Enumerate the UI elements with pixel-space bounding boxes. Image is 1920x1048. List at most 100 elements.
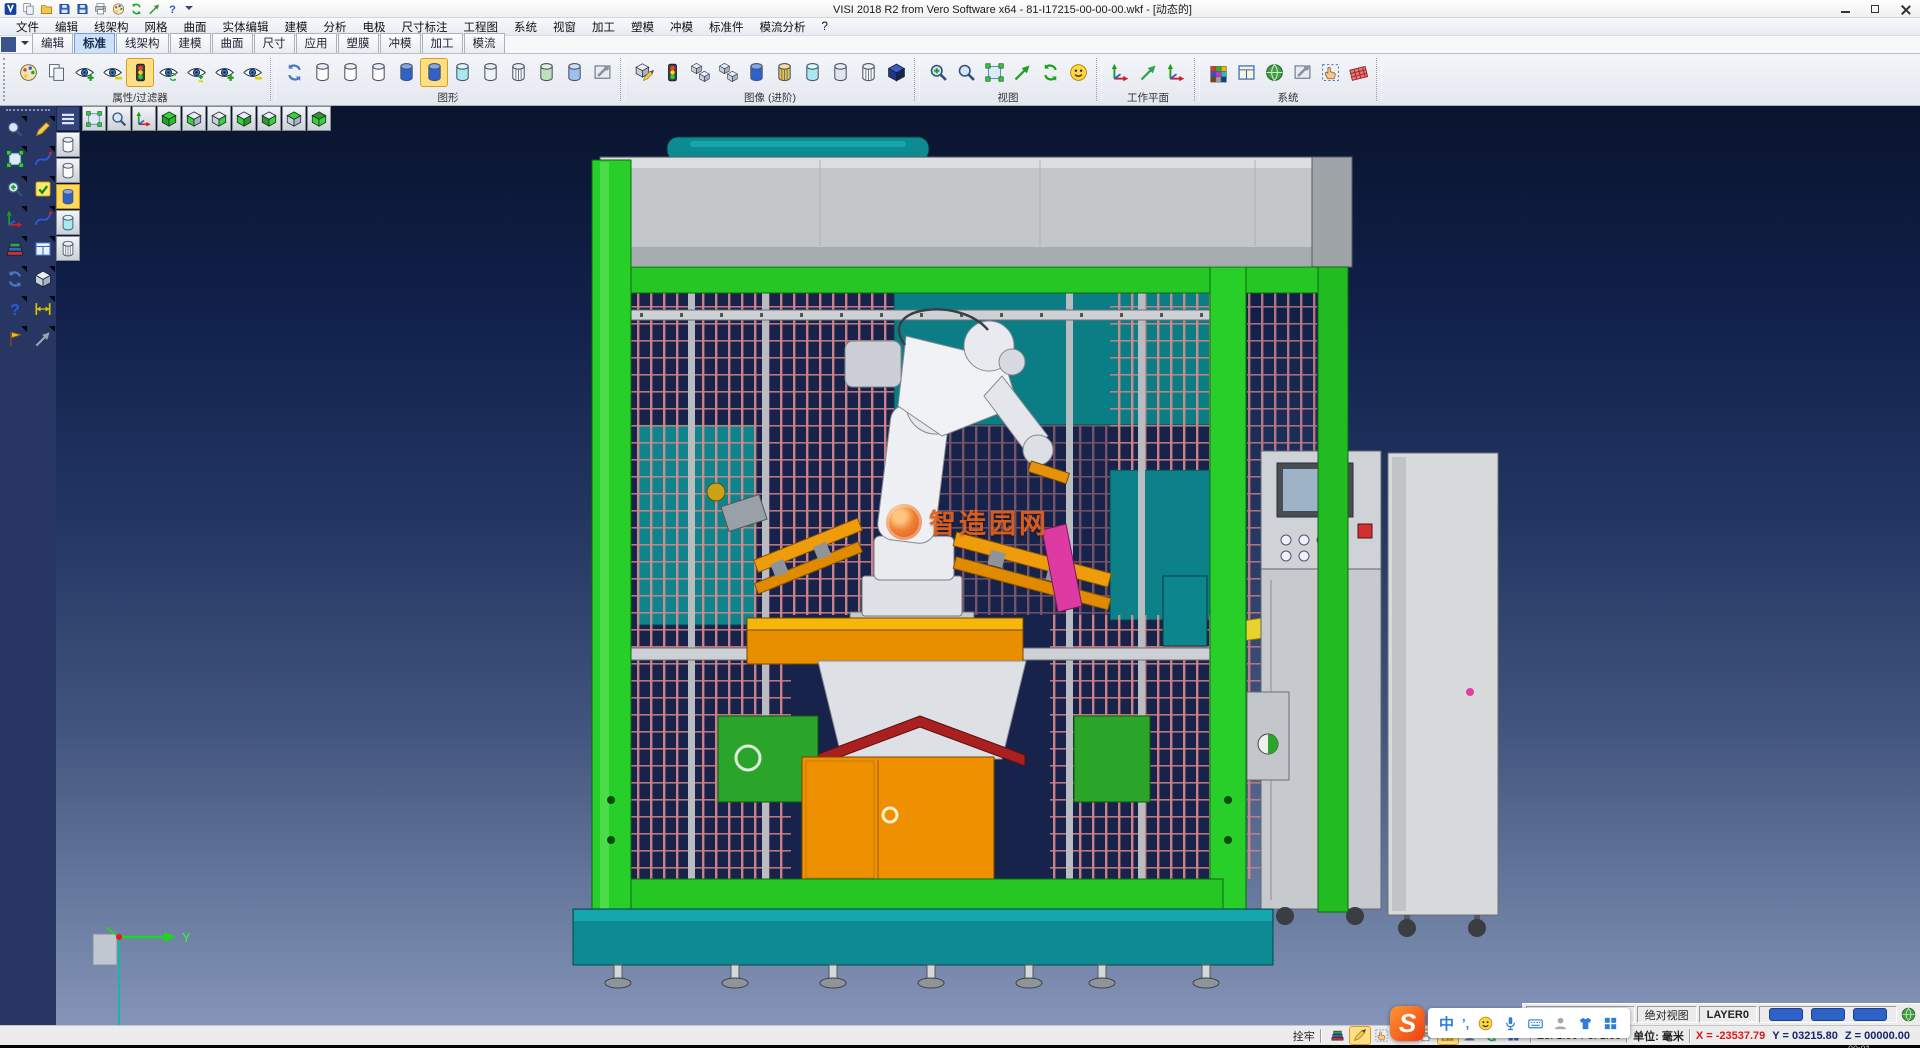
axes-triad-icon[interactable]	[132, 106, 156, 131]
image-edit-icon[interactable]	[631, 59, 657, 86]
cube-bottom-icon[interactable]	[307, 106, 331, 131]
tab-edit[interactable]: 编辑	[32, 33, 73, 53]
menu-standard-parts[interactable]: 标准件	[701, 18, 752, 36]
tab-surface[interactable]: 曲面	[212, 33, 253, 53]
grid-window-icon[interactable]	[30, 236, 55, 261]
scale-1to1-icon[interactable]	[981, 59, 1007, 86]
saveas-icon[interactable]	[75, 2, 90, 16]
cube-right-icon[interactable]	[257, 106, 281, 131]
grid-icon[interactable]	[1602, 1015, 1619, 1032]
wireframe-icon[interactable]	[309, 59, 335, 86]
attributes-library-icon[interactable]	[2, 236, 27, 261]
color-swatch[interactable]	[1853, 1008, 1887, 1021]
cube-front-icon[interactable]	[182, 106, 206, 131]
tab-mold[interactable]: 塑膜	[338, 33, 379, 53]
units-indicator[interactable]: 单位: 毫米	[1633, 1028, 1684, 1044]
palette-icon[interactable]	[111, 2, 126, 16]
tab-flow[interactable]: 模流	[464, 33, 505, 53]
line-icon[interactable]	[30, 326, 55, 351]
tab-standard[interactable]: 标准	[74, 33, 115, 53]
ime-language-toggle[interactable]: 中	[1439, 1013, 1454, 1034]
striped-cyl-icon[interactable]	[56, 236, 80, 261]
regen-solid-icon[interactable]	[533, 59, 559, 86]
textured-view-icon[interactable]	[771, 59, 797, 86]
copy-attributes-icon[interactable]	[43, 59, 69, 86]
save-icon[interactable]	[57, 2, 72, 16]
smiley-icon[interactable]	[1477, 1015, 1494, 1032]
fit-view-icon[interactable]	[82, 106, 106, 131]
workplane-move-icon[interactable]	[1163, 59, 1189, 86]
regen-graphics-icon[interactable]	[281, 59, 307, 86]
zoom-region-icon[interactable]	[107, 106, 131, 131]
cube-iso-icon[interactable]	[157, 106, 181, 131]
flat-shade-icon[interactable]	[477, 59, 503, 86]
help-icon[interactable]	[165, 2, 180, 16]
solid-preview-icon[interactable]	[30, 266, 55, 291]
print-icon[interactable]	[93, 2, 108, 16]
verified-view-icon[interactable]	[799, 59, 825, 86]
wand-icon[interactable]	[1350, 1027, 1370, 1044]
image-add-remove-icon[interactable]	[715, 59, 741, 86]
skin-icon[interactable]	[1577, 1015, 1594, 1032]
show-entities-icon[interactable]	[71, 59, 97, 86]
spline-icon[interactable]	[30, 206, 55, 231]
viewport-3d[interactable]: 智造园网 Y	[56, 106, 1920, 1025]
tab-wireframe[interactable]: 线架构	[116, 33, 169, 53]
person-icon[interactable]	[1552, 1015, 1569, 1032]
tab-machining[interactable]: 加工	[422, 33, 463, 53]
copy-view-icon[interactable]	[827, 59, 853, 86]
ime-punctuation-toggle[interactable]: ’,	[1462, 1016, 1469, 1031]
tab-dimension[interactable]: 尺寸	[254, 33, 295, 53]
dynamic-view-icon[interactable]	[1065, 59, 1091, 86]
menu-die[interactable]: 冲模	[662, 18, 701, 36]
color-swatch[interactable]	[1811, 1008, 1845, 1021]
edit-sketch-icon[interactable]	[30, 116, 55, 141]
open-folder-icon[interactable]	[39, 2, 54, 16]
chevron-down-icon[interactable]	[185, 6, 193, 14]
system-config-icon[interactable]	[1261, 59, 1287, 86]
tab-modeling[interactable]: 建模	[170, 33, 211, 53]
image-traffic-icon[interactable]	[659, 59, 685, 86]
undo-icon[interactable]	[129, 2, 144, 16]
wireframe-cyl-icon[interactable]	[56, 132, 80, 157]
zoom-window-icon[interactable]	[2, 146, 27, 171]
zoom-dynamic-icon[interactable]	[2, 116, 27, 141]
measure-icon[interactable]	[30, 296, 55, 321]
microphone-icon[interactable]	[1502, 1015, 1519, 1032]
menu-mold[interactable]: 塑模	[623, 18, 662, 36]
maximize-button[interactable]	[1860, 0, 1890, 17]
window-settings-icon[interactable]	[1233, 59, 1259, 86]
select-mode-icon[interactable]	[1317, 59, 1343, 86]
toolbar-drag-handle[interactable]	[3, 58, 9, 101]
solid-view-icon[interactable]	[743, 59, 769, 86]
pan-view-icon[interactable]	[1009, 59, 1035, 86]
hidden-line-icon[interactable]	[337, 59, 363, 86]
sogou-logo-icon[interactable]: S	[1390, 1006, 1425, 1041]
zoom-scale-icon[interactable]	[2, 176, 27, 201]
minimize-button[interactable]	[1830, 0, 1860, 17]
close-button[interactable]	[1890, 0, 1920, 17]
workplane-axes-icon[interactable]	[1107, 59, 1133, 86]
zoom-window-icon[interactable]	[953, 59, 979, 86]
striped-view-icon[interactable]	[855, 59, 881, 86]
hide-entities-icon[interactable]	[99, 59, 125, 86]
menu-machining[interactable]: 加工	[584, 18, 623, 36]
tab-dropdown-button[interactable]	[18, 37, 32, 52]
regen-icon[interactable]	[2, 266, 27, 291]
menu-icon[interactable]	[56, 106, 80, 131]
grid-settings-icon[interactable]	[1345, 59, 1371, 86]
menu-flow-analysis[interactable]: 模流分析	[752, 18, 814, 36]
dashed-hidden-icon[interactable]	[365, 59, 391, 86]
show-hide-toggle-icon[interactable]	[183, 59, 209, 86]
graphics-settings-icon[interactable]	[589, 59, 615, 86]
shaded-edges-icon[interactable]	[421, 59, 447, 86]
lock-label[interactable]: 拴牢	[1293, 1028, 1315, 1044]
advanced-shading-icon[interactable]	[883, 59, 909, 86]
layer-indicator[interactable]: LAYER0	[1699, 1006, 1757, 1023]
shaded-cyl-icon[interactable]	[56, 184, 80, 209]
hidden-cyl-icon[interactable]	[56, 158, 80, 183]
striped-shade-icon[interactable]	[505, 59, 531, 86]
tab-die[interactable]: 冲模	[380, 33, 421, 53]
rotate-view-icon[interactable]	[1037, 59, 1063, 86]
workplane-align-icon[interactable]	[1135, 59, 1161, 86]
